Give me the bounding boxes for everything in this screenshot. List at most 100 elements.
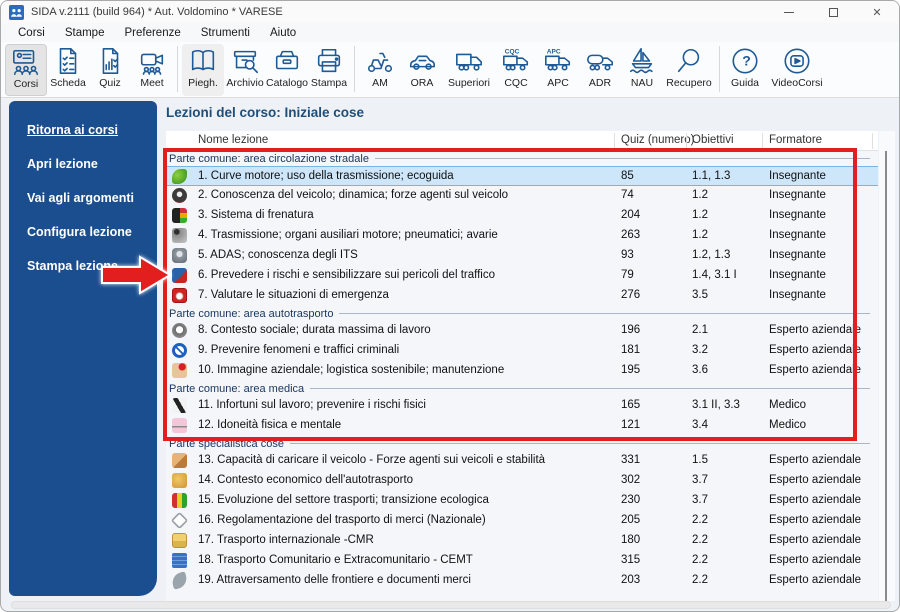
column-header-obiettivi[interactable]: Obiettivi — [692, 134, 734, 146]
sidebar-item-vai-agli-argomenti[interactable]: Vai agli argomenti — [9, 187, 157, 221]
toolbar-recupero-button[interactable]: Recupero — [663, 44, 715, 96]
table-row[interactable]: 7. Valutare le situazioni di emergenza 27… — [166, 286, 878, 306]
diamond-document-icon — [170, 511, 189, 530]
truck-risk-icon — [172, 268, 187, 283]
table-row[interactable]: 4. Trasmissione; organi ausiliari motore… — [166, 226, 878, 246]
table-row[interactable]: 16. Regolamentazione del trasporto di me… — [166, 511, 878, 531]
column-header-nome-lezione[interactable]: Nome lezione — [198, 134, 268, 146]
trainer: Insegnante — [769, 189, 826, 201]
menu-aiuto[interactable]: Aiuto — [261, 25, 305, 41]
table-row[interactable]: 5. ADAS; conoscenza degli ITS 93 1.2, 1.3 I… — [166, 246, 878, 266]
toolbar-meet-button[interactable]: Meet — [131, 44, 173, 96]
trainer: Esperto aziendale — [769, 554, 862, 566]
speedometer-icon — [172, 188, 187, 203]
toolbar-apc-button[interactable]: APC APC — [537, 44, 579, 96]
toolbar-stampa-button[interactable]: Stampa — [308, 44, 350, 96]
trainer: Insegnante — [769, 170, 826, 182]
table-row[interactable]: 9. Prevenire fenomeni e traffici crimina… — [166, 341, 878, 361]
group-label: Parte specialistica cose — [169, 437, 284, 450]
trainer: Esperto aziendale — [769, 514, 862, 526]
toolbar-button-label: APC — [547, 77, 569, 89]
table-row[interactable]: 8. Contesto sociale; durata massima di l… — [166, 321, 878, 341]
svg-text:APC: APC — [547, 49, 561, 56]
menu-preferenze[interactable]: Preferenze — [115, 25, 189, 41]
quiz-count: 165 — [621, 399, 641, 411]
toolbar-button-label: Quiz — [99, 77, 121, 89]
toolbar-corsi-button[interactable]: Corsi — [5, 44, 47, 96]
close-button[interactable]: ✕ — [855, 1, 899, 23]
toolbar-superiori-button[interactable]: Superiori — [443, 44, 495, 96]
sidebar-item-ritorna-ai-corsi[interactable]: Ritorna ai corsi — [9, 119, 157, 153]
trainer: Insegnante — [769, 209, 826, 221]
objectives: 1.2 — [692, 209, 708, 221]
objectives: 1.4, 3.1 I — [692, 269, 737, 281]
toolbar-scheda-button[interactable]: Scheda — [47, 44, 89, 96]
toolbar-ora-button[interactable]: ORA — [401, 44, 443, 96]
table-row[interactable]: 10. Immagine aziendale; logistica sosten… — [166, 361, 878, 381]
sidebar-item-configura-lezione[interactable]: Configura lezione — [9, 221, 157, 255]
courses-icon — [11, 47, 41, 77]
table-row[interactable]: 15. Evoluzione del settore trasporti; tr… — [166, 491, 878, 511]
column-header-formatore[interactable]: Formatore — [769, 134, 822, 146]
group-label: Parte comune: area medica — [169, 382, 305, 395]
group-rule — [374, 158, 870, 159]
objectives: 2.2 — [692, 534, 708, 546]
toolbar-cqc-button[interactable]: CQC CQC — [495, 44, 537, 96]
vertical-scrollbar[interactable] — [885, 151, 887, 601]
objectives: 3.1 II, 3.3 — [692, 399, 740, 411]
maximize-button[interactable] — [811, 1, 855, 23]
table-row[interactable]: 3. Sistema di frenatura 204 1.2 Insegnante — [166, 206, 878, 226]
truck-apc-icon: APC — [543, 46, 573, 76]
catalog-icon — [272, 46, 302, 76]
toolbar-button-label: Stampa — [310, 77, 348, 89]
tire-traffic-light-icon — [172, 208, 187, 223]
magnifier-icon — [674, 46, 704, 76]
lesson-name: 7. Valutare le situazioni di emergenza — [198, 289, 389, 301]
table-row[interactable]: 13. Capacità di caricare il veicolo - Fo… — [166, 451, 878, 471]
quiz-count: 196 — [621, 324, 641, 336]
toolbar-archivio-button[interactable]: Archivio — [224, 44, 266, 96]
medical-certificate-icon — [172, 418, 187, 433]
horizontal-scrollbar[interactable] — [11, 601, 891, 609]
toolbar-adr-button[interactable]: ADR — [579, 44, 621, 96]
title-bar[interactable]: SIDA v.2111 (build 964) * Aut. Voldomino… — [1, 1, 899, 23]
toolbar-videocorsi-button[interactable]: VideoCorsi — [766, 44, 828, 96]
trainer: Medico — [769, 399, 807, 411]
toolbar-separator — [177, 46, 178, 92]
work-clock-icon — [172, 323, 187, 338]
lesson-name: 17. Trasporto internazionale -CMR — [198, 534, 374, 546]
sidebar-item-label: Apri lezione — [27, 157, 98, 171]
column-separator — [762, 133, 763, 149]
toolbar-piegh-button[interactable]: Piegh. — [182, 44, 224, 96]
toolbar-guida-button[interactable]: ? Guida — [724, 44, 766, 96]
table-row[interactable]: 18. Trasporto Comunitario e Extracomunit… — [166, 551, 878, 571]
toolbar-button-label: VideoCorsi — [771, 77, 823, 89]
sidebar-item-stampa-lezione[interactable]: Stampa lezione — [9, 255, 157, 289]
table-row[interactable]: 6. Prevedere i rischi e sensibilizzare s… — [166, 266, 878, 286]
toolbar-catalogo-button[interactable]: Catalogo — [266, 44, 308, 96]
table-row[interactable]: 14. Contesto economico dell'autotrasport… — [166, 471, 878, 491]
toolbar-quiz-button[interactable]: Quiz — [89, 44, 131, 96]
minimize-button[interactable] — [767, 1, 811, 23]
menu-corsi[interactable]: Corsi — [9, 25, 54, 41]
table-row[interactable]: 11. Infortuni sul lavoro; prevenire i ri… — [166, 396, 878, 416]
table-row[interactable]: 2. Conoscenza del veicolo; dinamica; for… — [166, 186, 878, 206]
toolbar-am-button[interactable]: AM — [359, 44, 401, 96]
table-row[interactable]: 1. Curve motore; uso della trasmissione;… — [166, 166, 878, 186]
sidebar-item-apri-lezione[interactable]: Apri lezione — [9, 153, 157, 187]
column-header-quiz-numero[interactable]: Quiz (numero) — [621, 134, 695, 146]
sailboat-icon — [627, 46, 657, 76]
table-row[interactable]: 12. Idoneità fisica e mentale 121 3.4 Medic… — [166, 416, 878, 436]
objectives: 3.5 — [692, 289, 708, 301]
scrollbar-gutter — [879, 131, 895, 601]
menu-stampe[interactable]: Stampe — [56, 25, 114, 41]
table-row[interactable]: 17. Trasporto internazionale -CMR 180 2.2 E… — [166, 531, 878, 551]
table-row[interactable]: 19. Attraversamento delle frontiere e do… — [166, 571, 878, 591]
lesson-name: 4. Trasmissione; organi ausiliari motore… — [198, 229, 498, 241]
quiz-count: 205 — [621, 514, 641, 526]
column-separator — [686, 133, 687, 149]
toolbar-nau-button[interactable]: NAU — [621, 44, 663, 96]
lesson-name: 5. ADAS; conoscenza degli ITS — [198, 249, 358, 261]
menu-strumenti[interactable]: Strumenti — [192, 25, 259, 41]
column-separator — [614, 133, 615, 149]
